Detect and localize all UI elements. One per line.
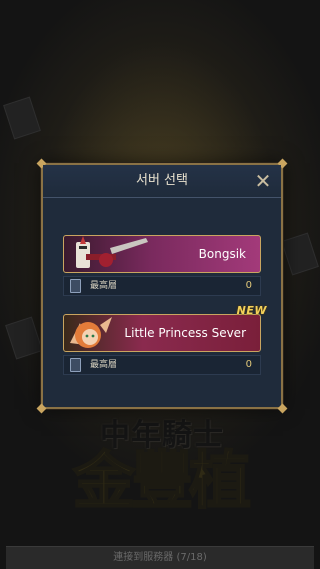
close-icon[interactable]: ✕ [253,171,273,191]
highest-floor-label: 最高層 [90,281,118,291]
server-button-bongsik[interactable]: Bongsik [63,235,261,273]
highest-floor-value: 0 [245,359,252,370]
character-card-icon [70,279,81,293]
background-logo-title: 金豐植 [72,444,252,517]
highest-floor-label: 最高層 [90,360,118,370]
server-select-dialog: 서버 선택 ✕ Bongsik 最高層 0 Little Princess Se… [36,158,288,414]
server-entry-bongsik: Bongsik 最高層 0 [63,235,261,296]
knight-sword-icon [76,236,148,268]
dialog-header: 서버 선택 ✕ [43,165,281,198]
highest-floor-value: 0 [245,280,252,291]
server-entry-little-princess: Little Princess Sever NEW 最高層 0 [63,304,266,375]
new-badge: NEW [236,304,267,317]
dialog-title: 서버 선택 [136,173,188,188]
server-info-row: 最高層 0 [63,355,261,375]
server-name: Bongsik [198,247,246,261]
server-info-row: 最高層 0 [63,276,261,296]
server-name: Little Princess Sever [124,326,246,340]
server-button-little-princess-sever[interactable]: Little Princess Sever [63,314,261,352]
character-card-icon [70,358,81,372]
connection-status-bar: 連接到服務器 (7/18) [6,546,314,569]
